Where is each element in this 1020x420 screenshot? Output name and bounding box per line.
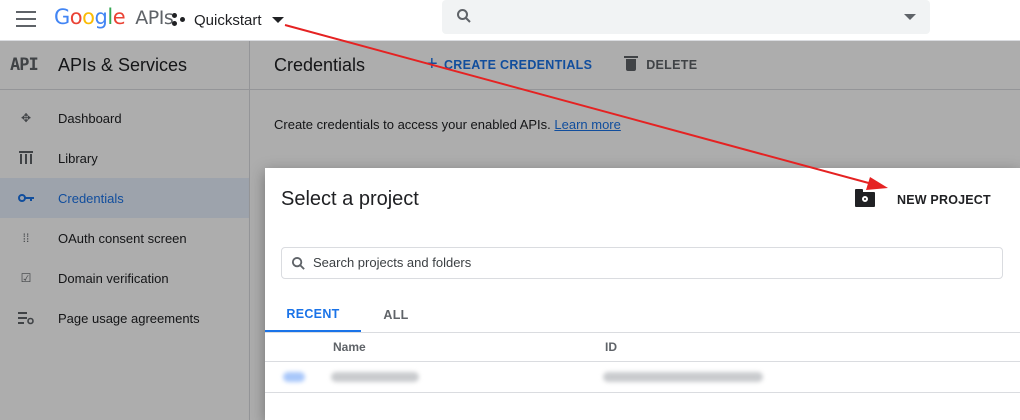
top-app-bar: Google APIs Quickstart	[0, 0, 1020, 41]
redacted-project-id	[603, 372, 763, 382]
menu-icon[interactable]	[16, 11, 36, 27]
dialog-tabs: RECENT ALL	[265, 298, 1020, 333]
project-search-input[interactable]	[311, 254, 975, 271]
search-icon	[457, 9, 471, 23]
search-bar[interactable]	[442, 0, 930, 34]
chevron-down-icon	[271, 17, 284, 23]
project-name: Quickstart	[194, 11, 262, 29]
project-row-icon	[283, 372, 305, 382]
search-icon	[291, 256, 305, 270]
new-project-button[interactable]: NEW PROJECT	[855, 189, 991, 207]
dialog-title: Select a project	[281, 188, 419, 210]
column-header-name: Name	[333, 340, 366, 354]
tab-recent[interactable]: RECENT	[265, 298, 361, 332]
project-search-field[interactable]	[281, 247, 1003, 279]
project-selector[interactable]: Quickstart	[172, 9, 284, 31]
google-apis-logo[interactable]: Google APIs	[54, 5, 174, 29]
new-project-label: NEW PROJECT	[897, 192, 991, 207]
search-dropdown-icon[interactable]	[904, 14, 916, 20]
table-header: Name ID	[265, 333, 1020, 362]
tab-all[interactable]: ALL	[361, 298, 431, 332]
folder-settings-icon	[855, 189, 875, 207]
logo-google-text: Google	[54, 5, 126, 29]
redacted-project-name	[331, 372, 419, 382]
column-header-id: ID	[605, 340, 617, 354]
table-row[interactable]	[265, 362, 1020, 393]
select-project-dialog: Select a project NEW PROJECT RECENT ALL …	[265, 168, 1020, 420]
logo-apis-text: APIs	[135, 7, 174, 29]
project-icon	[172, 13, 186, 27]
